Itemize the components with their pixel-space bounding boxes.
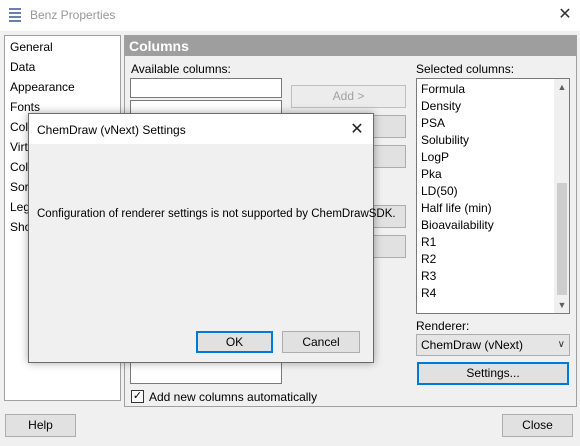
dialog-titlebar: ChemDraw (vNext) Settings ✕ xyxy=(29,114,373,144)
dialog-message: Configuration of renderer settings is no… xyxy=(37,208,396,220)
renderer-settings-button[interactable]: Settings... xyxy=(417,362,569,385)
renderer-value: ChemDraw (vNext) xyxy=(421,338,524,352)
selected-columns-label: Selected columns: xyxy=(416,62,515,76)
list-item[interactable]: R3 xyxy=(421,268,436,285)
help-button[interactable]: Help xyxy=(5,414,76,437)
dialog-title: ChemDraw (vNext) Settings xyxy=(37,123,186,137)
selected-columns-scrollbar[interactable]: ▲ ▼ xyxy=(554,79,569,313)
available-columns-label: Available columns: xyxy=(131,62,231,76)
close-button[interactable]: Close xyxy=(502,414,573,437)
available-columns-filter[interactable] xyxy=(130,78,282,98)
auto-add-columns-label: Add new columns automatically xyxy=(149,390,318,404)
list-item[interactable]: PSA xyxy=(421,115,445,132)
ok-button[interactable]: OK xyxy=(196,331,273,353)
nav-item-appearance[interactable]: Appearance xyxy=(10,77,75,97)
window-close-icon[interactable]: ✕ xyxy=(555,5,575,25)
list-item[interactable]: Formula xyxy=(421,81,465,98)
list-item[interactable]: Half life (min) xyxy=(421,200,492,217)
scroll-up-icon[interactable]: ▲ xyxy=(554,79,569,95)
dialog-close-icon[interactable]: ✕ xyxy=(347,120,367,140)
window-title: Benz Properties xyxy=(30,8,116,22)
list-item[interactable]: Bioavailability xyxy=(421,217,494,234)
list-item[interactable]: LogP xyxy=(421,149,449,166)
list-item[interactable]: LD(50) xyxy=(421,183,458,200)
nav-item-general[interactable]: General xyxy=(10,37,53,57)
renderer-label: Renderer: xyxy=(416,319,470,333)
window-titlebar: Benz Properties ✕ xyxy=(0,0,580,31)
chevron-down-icon: ∨ xyxy=(557,339,565,350)
list-item[interactable]: Density xyxy=(421,98,461,115)
selected-columns-list[interactable]: Formula Density PSA Solubility LogP Pka … xyxy=(416,78,570,314)
renderer-settings-dialog: ChemDraw (vNext) Settings ✕ Configuratio… xyxy=(28,113,396,363)
list-item[interactable]: Pka xyxy=(421,166,442,183)
renderer-select[interactable]: ChemDraw (vNext) ∨ xyxy=(416,334,570,356)
list-item[interactable]: R1 xyxy=(421,234,436,251)
list-item[interactable]: R4 xyxy=(421,285,436,302)
cancel-button[interactable]: Cancel xyxy=(282,331,360,353)
scroll-down-icon[interactable]: ▼ xyxy=(554,297,569,313)
scrollbar-thumb[interactable] xyxy=(557,183,567,295)
properties-icon xyxy=(9,8,21,22)
auto-add-columns-checkbox[interactable]: ✓ xyxy=(131,390,144,403)
list-item[interactable]: Solubility xyxy=(421,132,469,149)
list-item[interactable]: R2 xyxy=(421,251,436,268)
add-column-button[interactable]: Add > xyxy=(291,85,406,108)
nav-item-data[interactable]: Data xyxy=(10,57,35,77)
columns-header: Columns xyxy=(125,36,576,56)
